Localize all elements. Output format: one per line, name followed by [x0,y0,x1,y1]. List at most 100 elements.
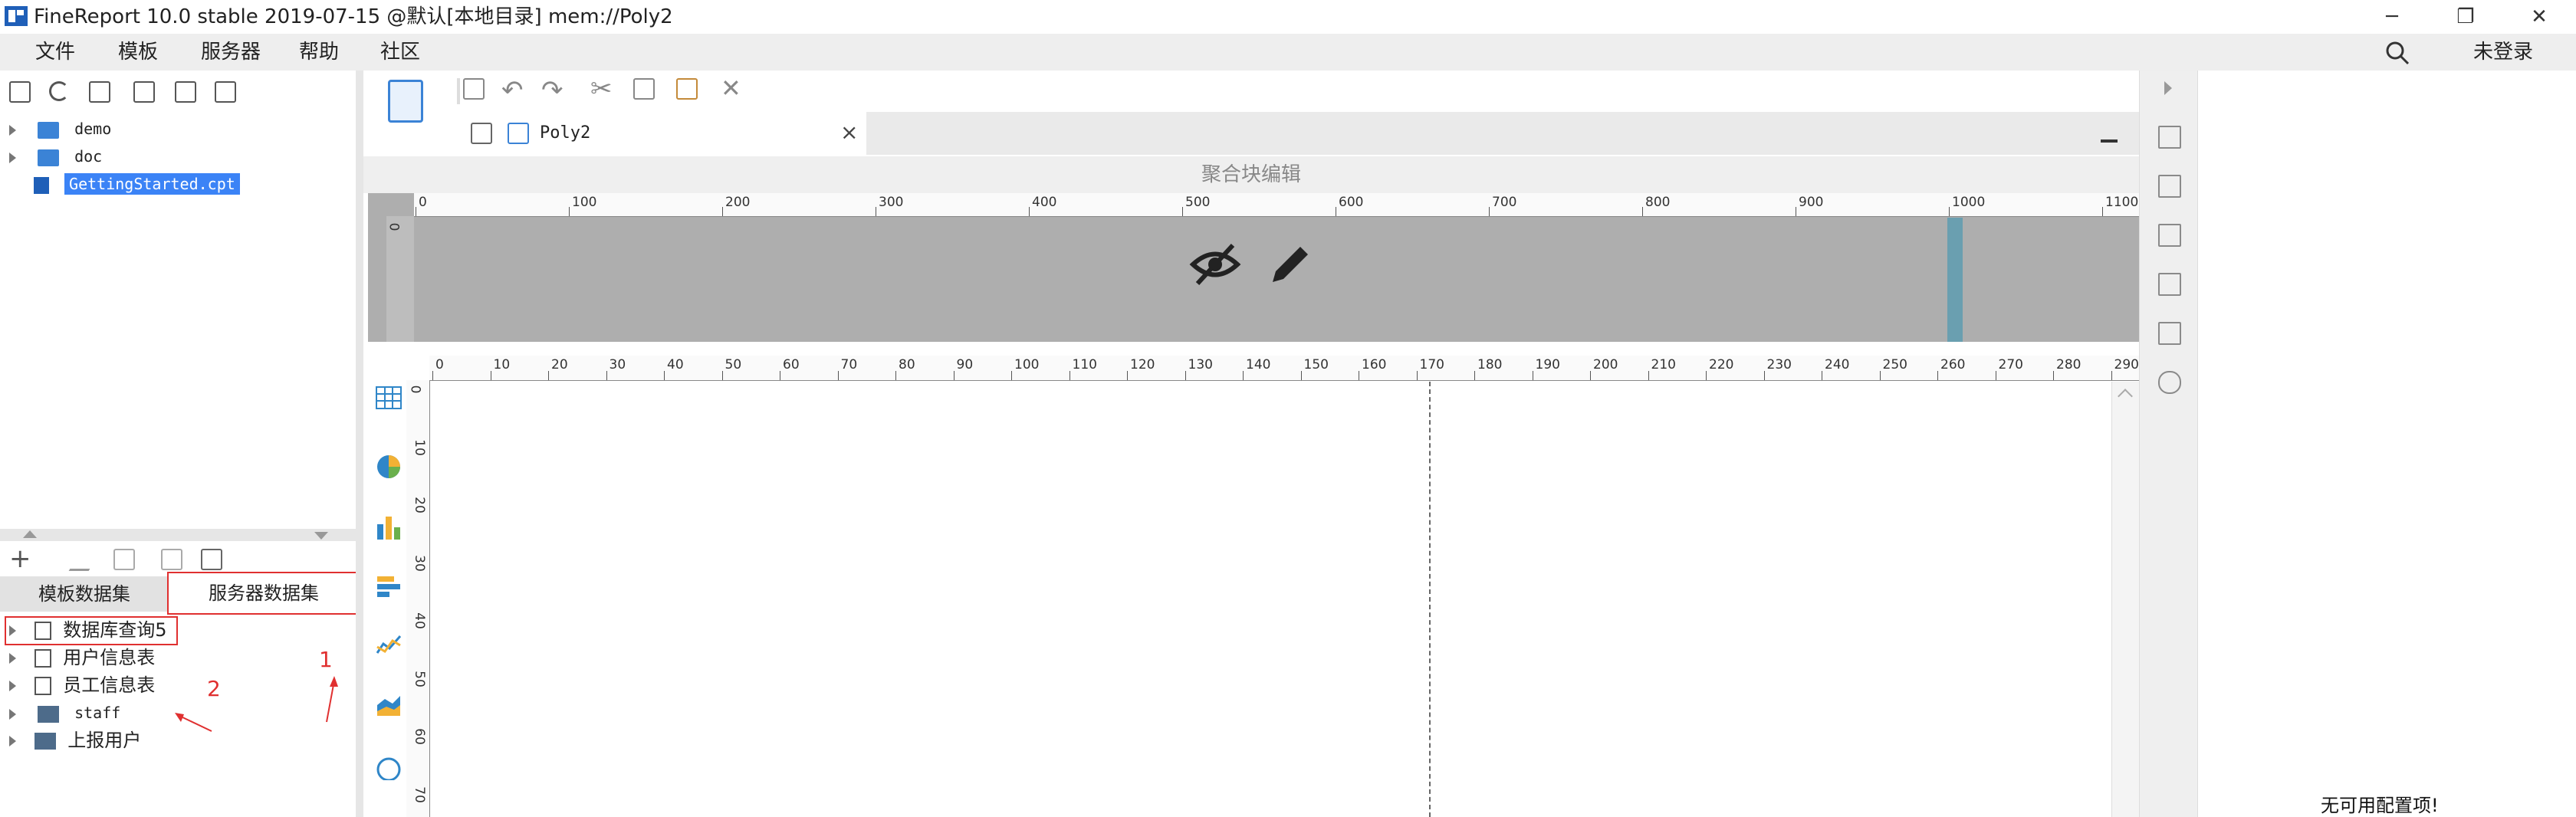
menu-server[interactable]: 服务器 [201,34,261,71]
close-button[interactable]: ✕ [2502,0,2576,34]
ruler-tick-mark [1029,207,1030,216]
folder-icon [38,149,60,166]
tree-item-getting-started[interactable]: GettingStarted.cpt [0,170,307,198]
delete-icon[interactable] [175,81,196,103]
cell-attributes-icon[interactable] [2158,126,2181,149]
delete-dataset-icon[interactable] [113,549,135,570]
table-widget-icon[interactable] [376,386,402,409]
menu-help[interactable]: 帮助 [299,34,339,71]
refresh-icon[interactable] [49,81,69,101]
widget-settings-icon[interactable] [2158,224,2181,247]
ruler-tick-label: 400 [1032,195,1057,210]
menu-community[interactable]: 社区 [380,34,420,71]
dataset-item-label: 员工信息表 [63,674,156,696]
paste-icon[interactable] [676,78,698,100]
ruler-tick-label: 700 [1492,195,1517,210]
ruler-tick-label: 30 [609,357,626,372]
tab-poly2[interactable]: Poly2 × [460,112,866,155]
menu-file[interactable]: 文件 [35,34,75,71]
dataset-settings-icon[interactable] [201,549,222,570]
expand-arrow-icon[interactable] [9,124,16,136]
horizontal-bar-chart-icon[interactable] [376,573,402,599]
expand-arrow-icon[interactable] [9,653,16,664]
ruler-tick-label: 130 [1188,357,1213,372]
search-icon[interactable] [2384,40,2410,66]
redo-icon[interactable]: ↷ [541,75,564,106]
config-panel: 无可用配置项! [2197,71,2576,817]
left-splitter[interactable] [356,71,363,817]
tree-item-demo[interactable]: demo [0,115,307,143]
ruler-tick-mark [664,371,665,380]
ruler-tick-mark [1182,207,1183,216]
scroll-up-icon[interactable] [2118,389,2133,404]
condition-attributes-icon[interactable] [2158,322,2181,345]
block-edge-handle[interactable] [1947,218,1963,342]
expand-panel-icon[interactable] [2164,81,2172,95]
minimize-button[interactable]: ─ [2355,0,2429,34]
ruler-tick-label: 230 [1766,357,1792,372]
restore-button[interactable]: ❐ [2429,0,2502,34]
editor-toolbar: ↶ ↷ ✂ ✕ [363,71,2139,123]
ruler-tick-label: 600 [1339,195,1364,210]
login-link[interactable]: 未登录 [2473,34,2533,71]
area-chart-icon[interactable] [376,691,402,717]
annotation-label-2: 2 [207,676,221,701]
ruler-tick-label: 160 [1362,357,1387,372]
report-canvas[interactable] [431,382,2118,817]
new-folder-icon[interactable] [9,81,31,103]
ruler-tick-label: 40 [411,612,427,629]
copy-icon[interactable] [215,81,236,103]
tree-item-doc[interactable]: doc [0,143,307,170]
top-vertical-ruler: 0 [386,216,414,342]
bar-chart-icon[interactable] [376,513,402,540]
ruler-tick-label: 200 [1593,357,1618,372]
cell-element-icon[interactable] [2158,175,2181,198]
ruler-tick-mark [606,371,607,380]
dropdown-settings-icon[interactable] [2158,273,2181,296]
expand-arrow-icon[interactable] [9,681,16,691]
pie-chart-icon[interactable] [376,454,402,480]
settings-icon[interactable] [133,81,155,103]
undo-icon[interactable]: ↶ [501,75,524,106]
annotation-arrows [175,676,338,732]
ruler-tick-mark [837,371,839,380]
menu-template[interactable]: 模板 [118,34,158,71]
hyperlink-icon[interactable] [2158,371,2181,394]
folder-icon [38,121,60,139]
edit-icon[interactable] [68,549,102,571]
poly-block-icon[interactable] [388,80,423,123]
collapse-down-icon[interactable] [314,532,328,540]
panel-splitter[interactable] [0,529,356,541]
edit-pencil-icon[interactable] [1265,239,1316,290]
ruler-tick-label: 240 [1825,357,1850,372]
ruler-tick-label: 30 [411,554,427,572]
right-toolstrip [2139,71,2198,817]
clear-icon[interactable]: ✕ [721,74,741,103]
main-horizontal-ruler: 0 10 20 30 40 50 60 70 80 90 100 110 120 130 140 150 160… [429,356,2139,381]
vertical-scrollbar[interactable] [2111,382,2140,817]
expand-arrow-icon[interactable] [9,708,16,720]
tab-close-icon[interactable]: × [840,120,858,145]
ruler-tick-label: 10 [411,438,427,456]
cut-icon[interactable]: ✂ [590,74,613,104]
add-dataset-icon[interactable]: + [9,546,31,572]
tab-menu-icon[interactable] [2101,126,2118,143]
expand-arrow-icon[interactable] [9,736,16,746]
dataset-toolbar: + [8,546,238,572]
ruler-tick-label: 60 [411,728,427,745]
copy-icon[interactable] [633,78,655,100]
dataset-item-label: staff [74,704,121,722]
gauge-chart-icon[interactable] [376,754,402,780]
preview-icon[interactable] [161,549,182,570]
open-icon[interactable] [89,81,110,103]
save-icon[interactable] [463,78,485,100]
ruler-tick-label: 0 [419,195,427,210]
tab-template-dataset[interactable]: 模板数据集 [0,576,169,612]
hide-eye-icon[interactable] [1188,238,1242,291]
expand-arrow-icon[interactable] [9,152,16,163]
ruler-tick-mark [1763,371,1765,380]
line-chart-icon[interactable] [376,632,402,658]
ruler-tick-label: 80 [899,357,915,372]
tab-label: Poly2 [540,123,591,143]
collapse-up-icon[interactable] [23,530,37,538]
